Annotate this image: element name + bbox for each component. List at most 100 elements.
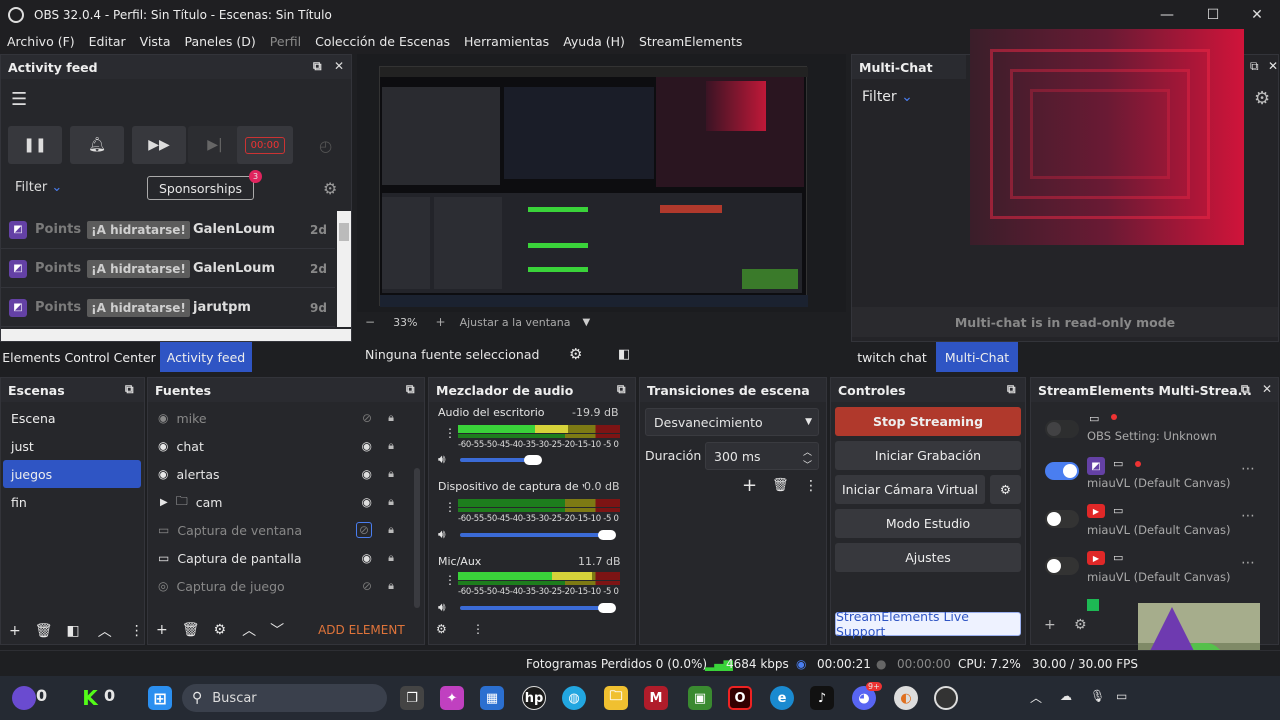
speaker-icon[interactable]: 🔊︎ (438, 452, 446, 467)
bell-button[interactable]: 🔔︎ (70, 126, 124, 164)
mixer-more-icon[interactable]: ⋮ (472, 622, 484, 636)
add-element-button[interactable]: ADD ELEMENT (318, 623, 405, 637)
output-toggle[interactable] (1045, 462, 1079, 480)
move-down-icon[interactable]: ﹀ (270, 620, 284, 640)
lock-icon[interactable]: 🔒︎ (388, 467, 394, 481)
lock-icon[interactable]: 🔒︎ (388, 495, 394, 509)
eye-hidden-icon[interactable]: ⊘ (355, 522, 372, 538)
source-gear-icon[interactable]: ⚙ (214, 622, 227, 638)
source-item[interactable]: ▭ Captura de pantalla ◉ 🔒︎ (148, 544, 408, 572)
menu-coleccion-escenas[interactable]: Colección de Escenas (315, 34, 450, 49)
remove-scene-icon[interactable]: 🗑︎ (35, 623, 53, 639)
feed-row[interactable]: ◩ Points ¡A hidratarse! GalenLoum 2d (1, 211, 335, 249)
fit-window-dropdown[interactable]: Ajustar a la ventana (460, 316, 571, 329)
cloud-icon[interactable]: ☁ (1060, 689, 1072, 703)
opera-gx-icon[interactable]: O (728, 686, 752, 710)
lock-icon[interactable]: 🔒︎ (388, 523, 394, 537)
eye-icon[interactable]: ◉ (362, 467, 372, 481)
volume-slider[interactable] (460, 533, 608, 537)
tab-multi-chat[interactable]: Multi-Chat (936, 342, 1018, 372)
lock-icon[interactable]: 🔒︎ (388, 551, 394, 565)
stepper-arrows-icon[interactable]: ︿ ﹀ (803, 445, 812, 471)
close-dock-icon[interactable]: ✕ (334, 59, 344, 73)
app-avatar-icon[interactable] (12, 686, 36, 710)
minimize-button[interactable]: — (1144, 0, 1190, 29)
obs-taskbar-icon[interactable] (934, 686, 958, 710)
skip-button[interactable]: ▶▶ (132, 126, 186, 164)
feed-scrollbar[interactable] (337, 211, 351, 327)
source-item[interactable]: ▭ Captura de ventana ⊘ 🔒︎ (148, 516, 408, 544)
mcafee-icon[interactable]: M (644, 686, 668, 710)
hamburger-menu-icon[interactable]: ☰ (11, 89, 27, 110)
file-explorer-icon[interactable]: 🗀 (604, 686, 628, 710)
menu-streamelements[interactable]: StreamElements (639, 34, 743, 49)
undock-icon[interactable]: ⧉ (1250, 59, 1259, 74)
zoom-out-button[interactable]: − (365, 315, 375, 329)
undock-icon[interactable]: ⧉ (1007, 382, 1016, 397)
menu-ayuda[interactable]: Ayuda (H) (563, 34, 625, 49)
undock-icon[interactable]: ⧉ (125, 382, 134, 397)
feed-row[interactable]: ◩ Points ¡A hidratarse! GalenLoum 2d (1, 250, 335, 288)
source-item[interactable]: ◉ chat ◉ 🔒︎ (148, 432, 408, 460)
lock-icon[interactable]: 🔒︎ (388, 579, 394, 593)
volume-knob[interactable] (524, 455, 542, 465)
tab-twitch-chat[interactable]: twitch chat (853, 342, 931, 372)
microphone-icon[interactable]: 🎙︎ (1090, 689, 1105, 703)
eye-icon[interactable]: ◉ (362, 551, 372, 565)
add-source-icon[interactable]: + (156, 622, 168, 638)
source-properties-gear-icon[interactable]: ⚙ (569, 345, 582, 363)
taskbar-search[interactable]: ⚲ Buscar (182, 684, 387, 712)
remove-transition-icon[interactable]: 🗑︎ (772, 478, 789, 493)
add-transition-icon[interactable]: + (742, 475, 757, 496)
add-scene-icon[interactable]: + (9, 623, 21, 639)
output-toggle[interactable] (1045, 510, 1079, 528)
stop-streaming-button[interactable]: Stop Streaming (835, 407, 1021, 436)
live-support-button[interactable]: StreamElements Live Support (835, 609, 1021, 639)
eye-hidden-icon[interactable]: ⊘ (362, 579, 372, 593)
sources-scrollbar[interactable] (414, 468, 420, 608)
scene-item[interactable]: Escena (1, 404, 141, 432)
next-button[interactable]: ▶| (188, 126, 242, 164)
mixer-settings-icon[interactable]: ⚙ (436, 622, 447, 636)
store-icon[interactable]: ▦ (480, 686, 504, 710)
settings-gear-icon[interactable]: ⚙ (323, 179, 337, 198)
row-more-icon[interactable]: ⋯ (1241, 508, 1255, 524)
start-recording-button[interactable]: Iniciar Grabación (835, 441, 1021, 470)
undock-icon[interactable]: ⧉ (617, 382, 626, 397)
minecraft-icon[interactable]: ▣ (688, 686, 712, 710)
move-up-icon[interactable]: ︿ (242, 620, 256, 640)
feed-hscrollbar[interactable] (1, 329, 351, 341)
start-virtual-camera-button[interactable]: Iniciar Cámara Virtual (835, 475, 985, 504)
lock-icon[interactable]: 🔒︎ (388, 411, 394, 425)
speaker-icon[interactable]: 🔊︎ (438, 600, 446, 615)
move-up-icon[interactable]: ︿ (98, 621, 112, 641)
windows-start-icon[interactable]: ⊞ (148, 686, 172, 710)
row-more-icon[interactable]: ⋯ (1241, 555, 1255, 571)
hp-icon[interactable]: hp (522, 686, 546, 710)
eye-hidden-icon[interactable]: ⊘ (362, 411, 372, 425)
undock-icon[interactable]: ⧉ (1241, 382, 1250, 397)
source-item[interactable]: ◎ Captura de juego ⊘ 🔒︎ (148, 572, 408, 600)
clock-icon[interactable]: ◴ (319, 137, 332, 155)
eye-icon[interactable]: ◉ (362, 495, 372, 509)
expand-arrow-icon[interactable]: ▶ (160, 497, 168, 508)
tab-activity-feed[interactable]: Activity feed (160, 342, 252, 372)
timer-button[interactable]: 00:00 (237, 126, 293, 164)
menu-paneles[interactable]: Paneles (D) (185, 34, 256, 49)
task-view-icon[interactable]: ❐ (400, 686, 424, 710)
add-output-icon[interactable]: + (1044, 617, 1056, 633)
channel-menu-icon[interactable]: ⋮ (444, 500, 456, 514)
row-more-icon[interactable]: ⋯ (1241, 461, 1255, 477)
transition-select[interactable]: Desvanecimiento ▼ (645, 408, 819, 436)
preview-area[interactable] (357, 54, 846, 312)
undock-icon[interactable]: ⧉ (313, 59, 322, 74)
globe-icon[interactable]: ◍ (562, 686, 586, 710)
menu-herramientas[interactable]: Herramientas (464, 34, 549, 49)
close-dock-icon[interactable]: ✕ (1268, 59, 1278, 73)
source-item[interactable]: ◉ mike ⊘ 🔒︎ (148, 404, 408, 432)
remove-source-icon[interactable]: 🗑︎ (182, 622, 200, 638)
maximize-button[interactable]: ☐ (1190, 0, 1236, 29)
output-toggle[interactable] (1045, 420, 1079, 438)
source-item[interactable]: ◉ alertas ◉ 🔒︎ (148, 460, 408, 488)
volume-slider[interactable] (460, 606, 608, 610)
